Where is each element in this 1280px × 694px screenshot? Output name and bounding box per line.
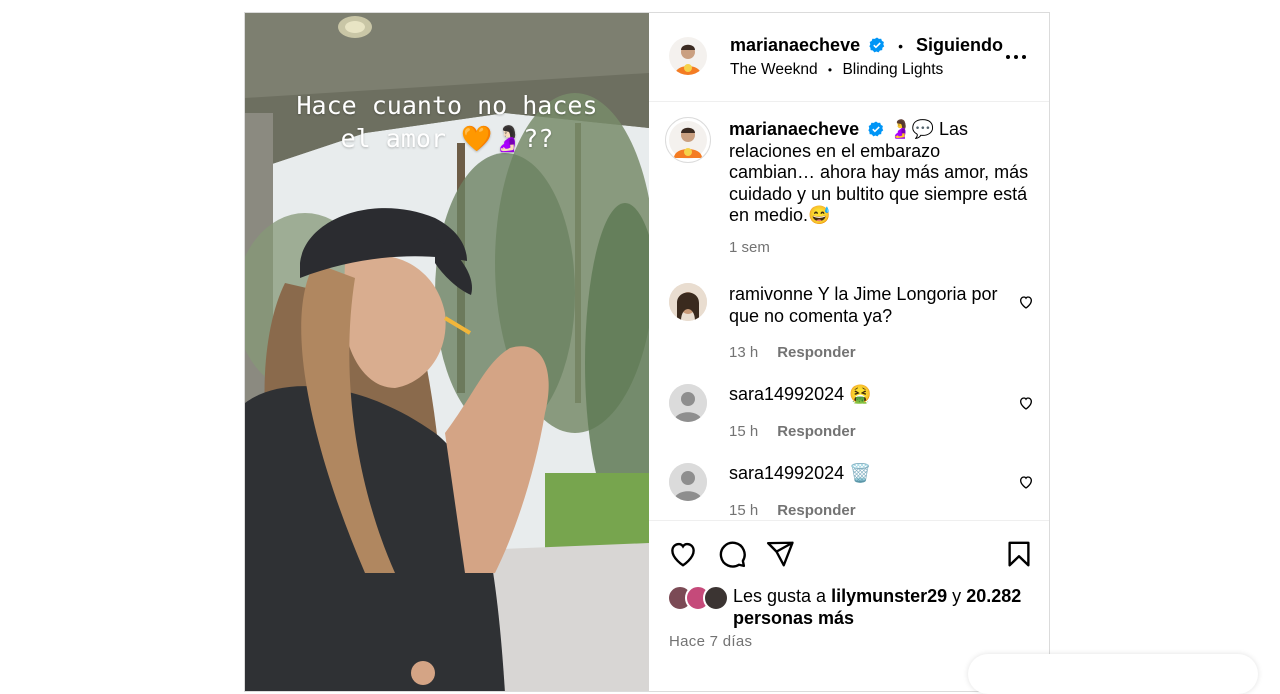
likes-count[interactable]: 20.282 [966,586,1021,606]
author-name-row: marianaecheve • Siguiendo [730,35,1003,56]
comment-meta: 15 h Responder [729,420,999,443]
comment-item: ramivonne Y la Jime Longoria por que no … [729,284,999,364]
reply-button[interactable]: Responder [777,423,855,440]
verified-icon [869,37,885,53]
liker-avatar[interactable] [703,585,729,611]
separator-dot: • [898,38,904,54]
caption-avatar[interactable] [665,117,711,163]
comment-like-heart-icon[interactable] [1018,294,1034,310]
audio-track: Blinding Lights [842,61,944,78]
author-avatar[interactable] [669,37,707,75]
comment-meta: 15 h Responder [729,499,999,522]
likes-joiner: y [952,586,962,606]
comment-time[interactable]: 15 h [729,423,758,440]
verified-icon [868,121,884,137]
reply-button[interactable]: Responder [777,344,855,361]
audio-artist: The Weeknd [730,61,818,78]
follow-button[interactable]: Siguiendo [916,35,1003,55]
comment-avatar[interactable] [669,283,707,321]
comment-text: 🤮 [849,384,872,404]
caption-username[interactable]: marianaecheve [729,119,859,139]
comment-like-heart-icon[interactable] [1018,474,1034,490]
floating-panel-edge [968,654,1258,694]
post-container: Hace cuanto no haces el amor 🧡🤰🏻?? maria… [244,12,1050,692]
comment-username[interactable]: sara14992024 [729,384,844,404]
save-icon[interactable] [1004,539,1034,569]
comment-time[interactable]: 13 h [729,344,758,361]
post-caption: marianaecheve 🤰💬 Las relaciones en el em… [729,119,1029,258]
heart-icon[interactable] [668,539,698,569]
likes-user[interactable]: lilymunster29 [831,586,947,606]
author-username[interactable]: marianaecheve [730,35,860,55]
default-avatar-icon[interactable] [669,463,707,501]
comment-item: sara14992024 🗑️ 15 h Responder [729,463,999,521]
post-media-video[interactable]: Hace cuanto no haces el amor 🧡🤰🏻?? [245,13,649,691]
comment-like-heart-icon[interactable] [1018,395,1034,411]
likes-suffix[interactable]: personas más [733,608,854,628]
audio-row[interactable]: The Weeknd • Blinding Lights [730,61,943,79]
separator-dot: • [827,63,833,77]
video-overlay-caption: Hace cuanto no haces el amor 🧡🤰🏻?? [245,89,649,155]
likes-prefix: Les gusta a [733,586,827,606]
caption-time[interactable]: 1 sem [729,237,1029,259]
post-details-pane: marianaecheve • Siguiendo The Weeknd • B… [649,13,1049,691]
default-avatar-icon[interactable] [669,384,707,422]
post-header: marianaecheve • Siguiendo The Weeknd • B… [649,13,1049,102]
share-icon[interactable] [765,539,795,569]
comment-username[interactable]: ramivonne [729,284,813,304]
more-options-icon[interactable] [1006,55,1026,59]
comment-icon[interactable] [717,539,747,569]
comment-text: 🗑️ [849,463,872,483]
comment-meta: 13 h Responder [729,341,999,364]
comment-time[interactable]: 15 h [729,502,758,519]
likes-summary: Les gusta a lilymunster29 y 20.282 perso… [733,585,1033,629]
comment-item: sara14992024 🤮 15 h Responder [729,384,999,442]
reply-button[interactable]: Responder [777,502,855,519]
overlay-line-1: Hace cuanto no haces [296,91,598,120]
comment-username[interactable]: sara14992024 [729,463,844,483]
overlay-line-2: el amor 🧡🤰🏻?? [340,124,554,153]
post-date[interactable]: Hace 7 días [669,633,752,650]
